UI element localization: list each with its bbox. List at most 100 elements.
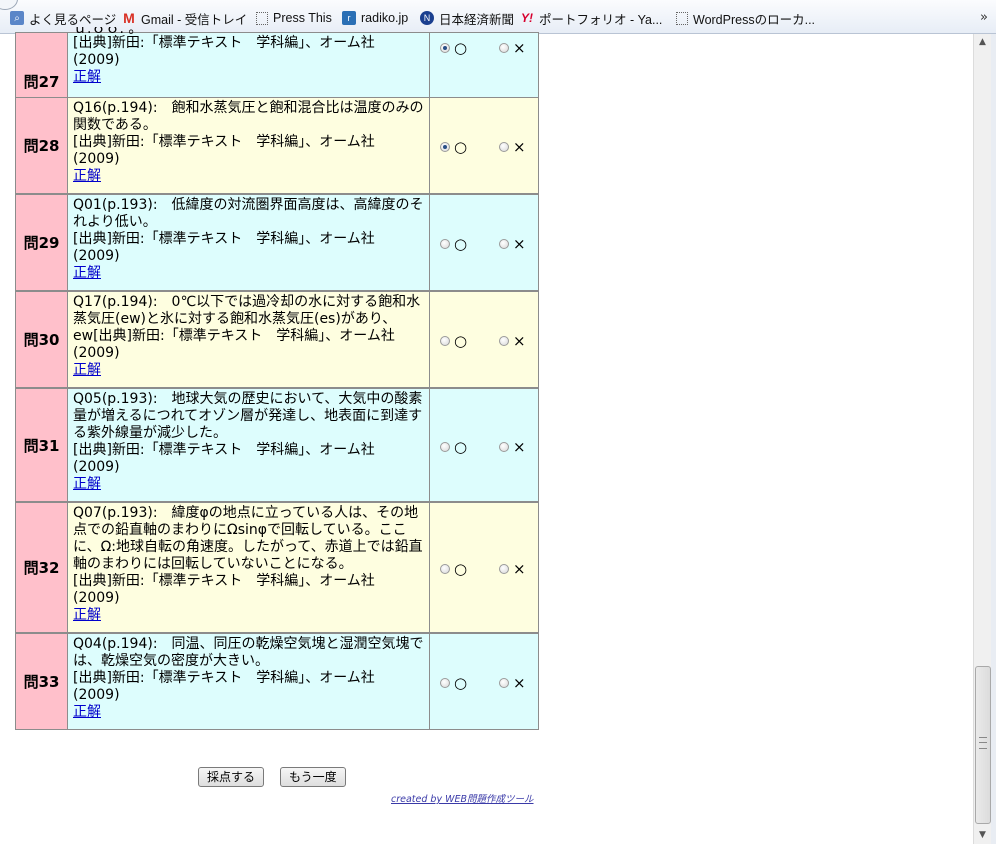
yahoo-icon: Y! [521, 11, 533, 25]
question-number: 問30 [15, 291, 68, 388]
answer-link[interactable]: 正解 [73, 69, 425, 86]
bookmark-gmail[interactable]: M Gmail - 受信トレイ [122, 9, 247, 27]
question-text-cell: Q07(p.193): 緯度φの地点に立っている人は、その地点での鉛直軸のまわり… [68, 502, 430, 633]
question-number: 問32 [15, 502, 68, 633]
citation-text: [出典]新田:「標準テキスト 学科編」、オーム社 (2009) [73, 35, 375, 68]
circle-mark: ○ [454, 332, 468, 350]
answer-options: ○ × [430, 291, 539, 388]
radio-correct[interactable] [440, 442, 450, 452]
cross-mark: × [513, 138, 526, 156]
answer-link[interactable]: 正解 [73, 168, 425, 185]
cross-mark: × [513, 674, 526, 692]
quiz-table: 問27 ｕ.ｏｏ. 。 [出典]新田:「標準テキスト 学科編」、オーム社 (20… [15, 27, 539, 730]
bookmark-label: ポートフォリオ - Ya... [539, 12, 663, 27]
radio-correct[interactable] [440, 239, 450, 249]
bookmark-label: Gmail - 受信トレイ [141, 12, 248, 27]
answer-link[interactable]: 正解 [73, 362, 425, 379]
answer-options: ○ × [430, 502, 539, 633]
bookmark-label: 日本経済新聞 [439, 12, 515, 27]
bookmark-most-visited[interactable]: ⌕ よく見るページ [10, 9, 116, 27]
radio-wrong[interactable] [499, 564, 509, 574]
option-correct[interactable]: ○ [440, 235, 467, 253]
cross-mark: × [513, 235, 526, 253]
answer-options: ○ × [430, 194, 539, 291]
question-number: 問33 [15, 633, 68, 730]
circle-mark: ○ [454, 560, 468, 578]
question-row-31: 問31 Q05(p.193): 地球大気の歴史において、大気中の酸素量が増えるに… [15, 388, 539, 502]
bookmark-press-this[interactable]: Press This [256, 9, 332, 27]
option-correct[interactable]: ○ [440, 332, 467, 350]
bookmark-nikkei[interactable]: N 日本経済新聞 [420, 9, 514, 27]
question-row-29: 問29 Q01(p.193): 低緯度の対流圏界面高度は、高緯度のそれより低い。… [15, 194, 539, 291]
citation-text: [出典]新田:「標準テキスト 学科編」、オーム社 (2009) [73, 231, 375, 264]
bookmark-radiko[interactable]: r radiko.jp [342, 9, 408, 27]
answer-link[interactable]: 正解 [73, 476, 425, 493]
option-wrong[interactable]: × [499, 332, 526, 350]
question-text-cell: Q16(p.194): 飽和水蒸気圧と飽和混合比は温度のみの関数である。 [出典… [68, 97, 430, 194]
bookmark-label: WordPressのローカ... [693, 12, 816, 27]
circle-mark: ○ [454, 138, 468, 156]
nikkei-icon: N [420, 11, 434, 25]
radio-wrong[interactable] [499, 43, 509, 53]
option-wrong[interactable]: × [499, 560, 526, 578]
circle-mark: ○ [454, 235, 468, 253]
radio-wrong[interactable] [499, 239, 509, 249]
window-edge [991, 34, 996, 844]
circle-mark: ○ [454, 39, 468, 57]
answer-link[interactable]: 正解 [73, 607, 425, 624]
radio-wrong[interactable] [499, 678, 509, 688]
question-row-30: 問30 Q17(p.194): 0℃以下では過冷却の水に対する飽和水蒸気圧(ew… [15, 291, 539, 388]
cross-mark: × [513, 438, 526, 456]
vertical-scrollbar[interactable]: ▲ ▼ [973, 34, 991, 844]
question-text: Q17(p.194): 0℃以下では過冷却の水に対する飽和水蒸気圧(ew)と氷に… [73, 294, 421, 361]
radiko-icon: r [342, 11, 356, 25]
question-text-cell: Q17(p.194): 0℃以下では過冷却の水に対する飽和水蒸気圧(ew)と氷に… [68, 291, 430, 388]
radio-wrong[interactable] [499, 336, 509, 346]
option-wrong[interactable]: × [499, 138, 526, 156]
question-row-28: 問28 Q16(p.194): 飽和水蒸気圧と飽和混合比は温度のみの関数である。… [15, 97, 539, 194]
option-correct[interactable]: ○ [440, 438, 467, 456]
answer-options: ○ × [430, 97, 539, 194]
option-correct[interactable]: ○ [440, 674, 467, 692]
bookmark-portfolio[interactable]: Y! ポートフォリオ - Ya... [520, 9, 662, 27]
page-icon [256, 11, 268, 25]
radio-correct[interactable] [440, 564, 450, 574]
answer-options: ○ × [430, 388, 539, 502]
radio-correct[interactable] [440, 336, 450, 346]
question-text: Q16(p.194): 飽和水蒸気圧と飽和混合比は温度のみの関数である。 [73, 100, 424, 133]
grade-button[interactable]: 採点する [198, 767, 265, 787]
bookmark-wordpress-local[interactable]: WordPressのローカ... [676, 9, 815, 27]
scroll-thumb[interactable] [975, 666, 991, 824]
answer-options: ○ × [430, 633, 539, 730]
answer-link[interactable]: 正解 [73, 704, 425, 721]
option-wrong[interactable]: × [499, 235, 526, 253]
option-wrong[interactable]: × [499, 438, 526, 456]
question-text-cell: Q01(p.193): 低緯度の対流圏界面高度は、高緯度のそれより低い。 [出典… [68, 194, 430, 291]
citation-text: [出典]新田:「標準テキスト 学科編」、オーム社 (2009) [73, 134, 375, 167]
question-text: Q04(p.194): 同温、同圧の乾燥空気塊と湿潤空気塊では、乾燥空気の密度が… [73, 636, 424, 669]
radio-correct[interactable] [440, 142, 450, 152]
citation-text: [出典]新田:「標準テキスト 学科編」、オーム社 (2009) [73, 442, 375, 475]
radio-correct[interactable] [440, 678, 450, 688]
radio-correct[interactable] [440, 43, 450, 53]
question-row-33: 問33 Q04(p.194): 同温、同圧の乾燥空気塊と湿潤空気塊では、乾燥空気… [15, 633, 539, 730]
retry-button[interactable]: もう一度 [280, 767, 346, 787]
option-correct[interactable]: ○ [440, 138, 467, 156]
truncated-line: ｕ.ｏｏ. 。 [73, 27, 143, 35]
bookmark-label: よく見るページ [29, 12, 117, 27]
answer-link[interactable]: 正解 [73, 265, 425, 282]
question-text: Q01(p.193): 低緯度の対流圏界面高度は、高緯度のそれより低い。 [73, 197, 424, 230]
credit-link[interactable]: created by WEB問題作成ツール [391, 791, 534, 805]
scroll-up-arrow-icon[interactable]: ▲ [974, 34, 991, 51]
scroll-down-arrow-icon[interactable]: ▼ [974, 827, 991, 844]
cross-mark: × [513, 560, 526, 578]
page-icon [676, 11, 688, 25]
more-bookmarks-chevron-icon[interactable]: » [980, 10, 988, 25]
option-correct[interactable]: ○ [440, 39, 467, 57]
option-correct[interactable]: ○ [440, 560, 467, 578]
option-wrong[interactable]: × [499, 674, 526, 692]
radio-wrong[interactable] [499, 442, 509, 452]
question-text: Q07(p.193): 緯度φの地点に立っている人は、その地点での鉛直軸のまわり… [73, 505, 423, 572]
option-wrong[interactable]: × [499, 39, 526, 57]
radio-wrong[interactable] [499, 142, 509, 152]
